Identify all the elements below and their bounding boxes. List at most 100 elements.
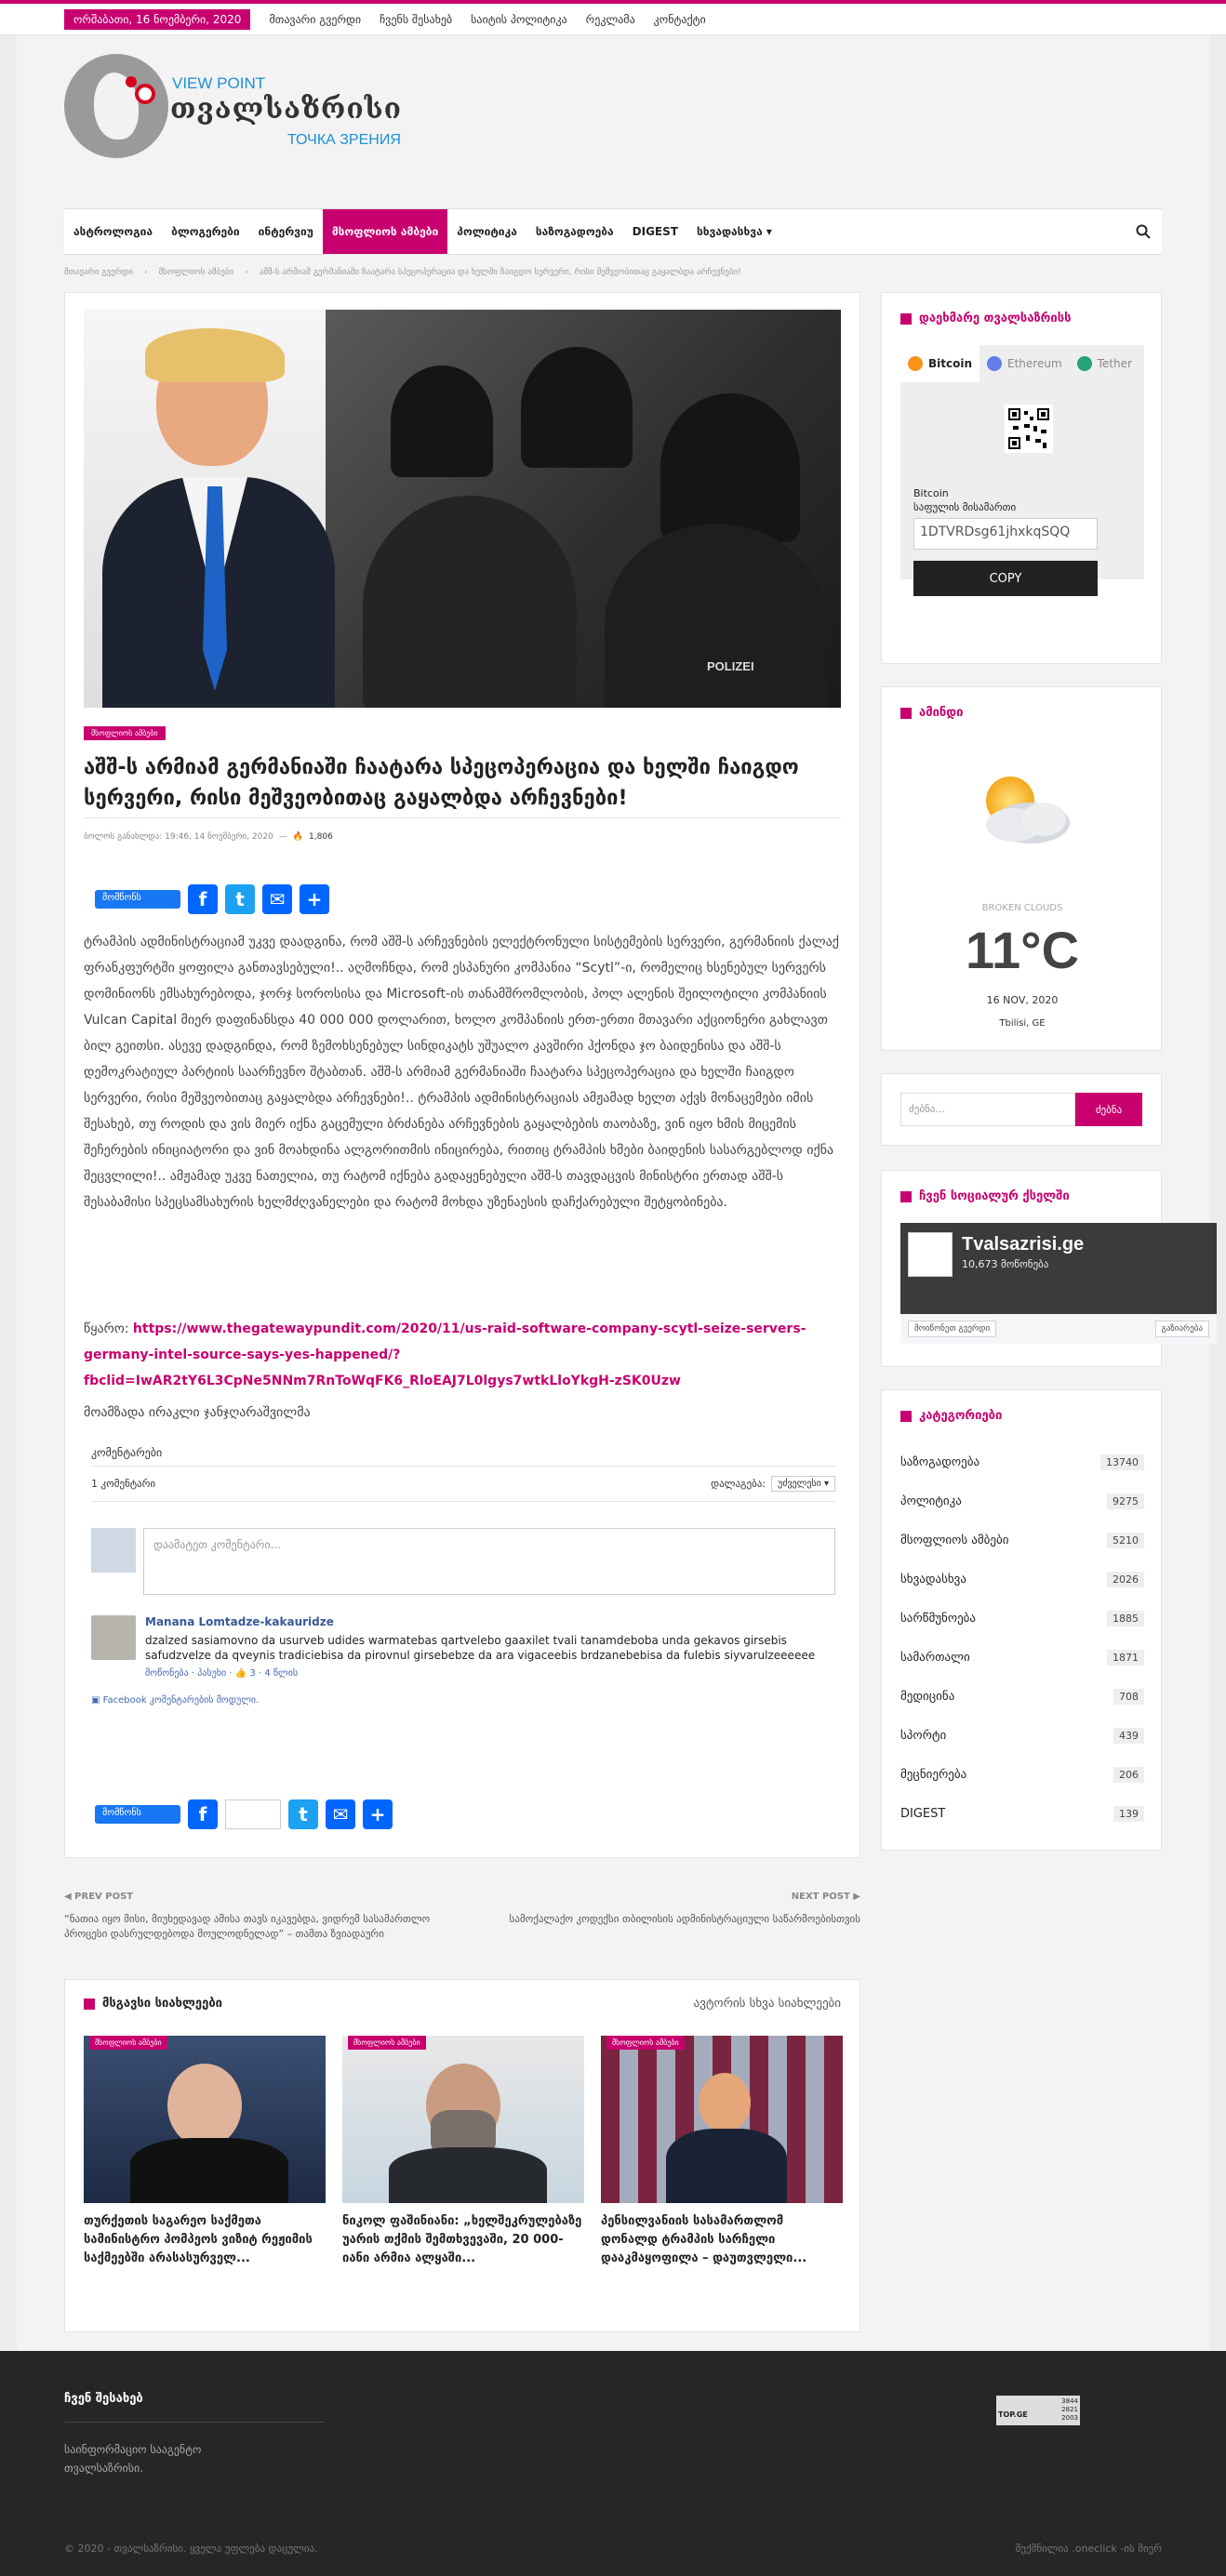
category-item[interactable]: სპორტი 439 <box>900 1716 1144 1755</box>
social-widget: ჩვენ სოციალურ ქსელში Tvalsazrisi.ge 10,6… <box>881 1170 1217 1367</box>
sidebar-search-button[interactable]: ძებნა <box>1075 1093 1142 1126</box>
fb-like-button-bottom[interactable]: მომწონს <box>95 1805 180 1824</box>
prev-post-link[interactable]: ◀ PREV POST <box>64 1892 133 1902</box>
category-badge[interactable]: მსოფლიოს ამბები <box>84 726 166 740</box>
next-post-title[interactable]: სამოქალაქო კოდექსი თბილისის ადმინისტრაცი… <box>488 1912 860 1927</box>
logo-text-geo: თვალსაზრისი <box>170 93 403 126</box>
related-card-title[interactable]: ნიკოლ ფაშინიანი: „ხელშეკრულებაზე უარის თ… <box>342 2212 584 2268</box>
top-link-contact[interactable]: კონტაქტი <box>654 13 706 26</box>
search-widget: ძებნა... ძებნა <box>881 1073 1162 1146</box>
related-card-badge[interactable]: მსოფლიოს ამბები <box>606 2036 685 2050</box>
nav-society[interactable]: საზოგადოება <box>526 209 623 254</box>
facebook-share-icon-bottom[interactable]: f <box>188 1799 218 1829</box>
twitter-share-icon-bottom[interactable]: t <box>288 1799 318 1829</box>
sidebar-search-input[interactable]: ძებნა... <box>900 1093 1075 1126</box>
category-item[interactable]: პოლიტიკა 9275 <box>900 1481 1144 1520</box>
facebook-share-icon[interactable]: f <box>188 884 218 914</box>
nav-politics[interactable]: პოლიტიკა <box>447 209 526 254</box>
copy-button[interactable]: COPY <box>913 561 1098 596</box>
top-link-about[interactable]: ჩვენს შესახებ <box>380 13 452 26</box>
fb-like-page-button[interactable]: მოიწონეთ გვერდი <box>908 1321 997 1337</box>
fb-share-count <box>225 1799 281 1829</box>
tab-ethereum[interactable]: Ethereum <box>979 345 1070 382</box>
related-card[interactable]: მსოფლიოს ამბები ნიკოლ ფაშინიანი: „ხელშეკ… <box>342 2036 584 2268</box>
weather-location: Tbilisi, GE <box>999 1018 1046 1029</box>
copyright: © 2020 - თვალსაზრისი. ყველა უფლება დაცულ… <box>64 2543 318 2555</box>
commenter-name[interactable]: Manana Lomtadze-kakauridze <box>145 1615 334 1628</box>
weather-date: 16 NOV, 2020 <box>986 994 1059 1006</box>
comment-text: dzalzed sasiamovno da usurveb udides war… <box>145 1634 816 1662</box>
categories-title: კატეგორიები <box>900 1409 1161 1423</box>
related-title[interactable]: მსგავსი სიახლეები <box>84 1997 222 2011</box>
nav-interview[interactable]: ინტერვიუ <box>249 209 323 254</box>
crypto-address-field[interactable]: 1DTVRDsg61jhxkqSQQ <box>913 518 1098 550</box>
fb-page-likes: 10,673 მოწონება <box>962 1258 1049 1270</box>
author-posts-tab[interactable]: ავტორის სხვა სიახლეები <box>694 1997 841 2011</box>
related-card[interactable]: მსოფლიოს ამბები თურქეთის საგარეო საქმეთა… <box>84 2036 326 2268</box>
made-by-link[interactable]: შექმნილია .oneclick -ის მიერ <box>1016 2543 1162 2555</box>
related-card-title[interactable]: პენსილვანიის სასამართლომ დონალდ ტრამპის … <box>601 2212 843 2268</box>
prev-post-title[interactable]: “ნათია იყო მისი, მიუხედავად ამისა თავს ი… <box>64 1912 436 1942</box>
top-link-policy[interactable]: საიტის პოლიტიკა <box>471 13 567 26</box>
date-badge: ორშაბათი, 16 ნოემბერი, 2020 <box>64 9 251 30</box>
email-share-icon[interactable]: ✉ <box>262 884 292 914</box>
fb-comments-plugin-link[interactable]: ▣ Facebook კომენტარების მოდული. <box>91 1695 835 1706</box>
fb-like-button[interactable]: მომწონს <box>95 890 180 909</box>
topge-counter[interactable]: TOP.GE 3844 2821 2003 <box>996 2396 1080 2425</box>
article-body: ტრამპის ადმინისტრაციამ უკვე დაადგინა, რო… <box>84 935 839 1210</box>
comment-like-count: 3 <box>249 1668 256 1679</box>
social-title: ჩვენ სოციალურ ქსელში <box>900 1189 1161 1203</box>
top-link-home[interactable]: მთავარი გვერდი <box>269 13 361 26</box>
comment-actions[interactable]: მოწონება · პასუხი · 👍 3 · 4 წლის <box>145 1668 833 1679</box>
breadcrumb-category[interactable]: მსოფლიოს ამბები <box>159 268 234 277</box>
category-item[interactable]: DIGEST 139 <box>900 1794 1144 1833</box>
breadcrumb-home[interactable]: მთავარი გვერდი <box>64 268 133 277</box>
comment-count: 1 კომენტარი <box>91 1478 156 1490</box>
fb-page-name[interactable]: Tvalsazrisi.ge <box>962 1234 1084 1255</box>
comment-input[interactable]: დაამატეთ კომენტარი... <box>143 1528 835 1595</box>
related-card-badge[interactable]: მსოფლიოს ამბები <box>348 2036 426 2050</box>
site-logo[interactable]: VIEW POINT თვალსაზრისი ТОЧКА ЗРЕНИЯ <box>64 35 1162 175</box>
fb-share-page-button[interactable]: გაზიარება <box>1154 1321 1209 1337</box>
category-item[interactable]: მსოფლიოს ამბები 5210 <box>900 1520 1144 1560</box>
main-navigation: ასტროლოგია ბლოგერები ინტერვიუ მსოფლიოს ა… <box>64 208 1162 255</box>
commenter-avatar[interactable] <box>91 1615 136 1660</box>
source-label: წყარო: <box>84 1321 129 1336</box>
related-card[interactable]: მსოფლიოს ამბები პენსილვანიის სასამართლომ… <box>601 2036 843 2268</box>
email-share-icon-bottom[interactable]: ✉ <box>326 1799 355 1829</box>
tether-icon <box>1076 356 1092 371</box>
category-item[interactable]: მეცნიერება 206 <box>900 1755 1144 1794</box>
nav-astrology[interactable]: ასტროლოგია <box>64 209 162 254</box>
weather-title: ამინდი <box>900 706 1161 720</box>
logo-text-ru: ТОЧКА ЗРЕНИЯ <box>287 132 401 148</box>
related-card-title[interactable]: თურქეთის საგარეო საქმეთა სამინისტრო პომპ… <box>84 2212 326 2268</box>
more-share-icon-bottom[interactable]: + <box>363 1799 393 1829</box>
category-item[interactable]: მედიცინა 708 <box>900 1677 1144 1716</box>
nav-misc[interactable]: სხვადასხვა ▾ <box>687 209 781 254</box>
article-meta: ბოლოს განახლდა: 19:46, 14 ნოემბერი, 2020… <box>84 832 333 842</box>
tab-bitcoin[interactable]: Bitcoin <box>900 345 980 382</box>
next-post-link[interactable]: NEXT POST ▶ <box>792 1892 860 1902</box>
nav-bloggers[interactable]: ბლოგერები <box>162 209 249 254</box>
category-item[interactable]: სამართალი 1871 <box>900 1638 1144 1677</box>
like-count-icon: 👍 <box>234 1668 247 1679</box>
category-item[interactable]: სხვადასხვა 2026 <box>900 1560 1144 1599</box>
category-item[interactable]: საზოგადოება 13740 <box>900 1442 1144 1481</box>
nav-world-news[interactable]: მსოფლიოს ამბები <box>322 209 448 254</box>
twitter-share-icon[interactable]: t <box>225 884 255 914</box>
facebook-page-embed[interactable]: Tvalsazrisi.ge 10,673 მოწონება მოიწონეთ … <box>900 1223 1217 1344</box>
logo-text-en: VIEW POINT <box>172 74 266 92</box>
tab-tether[interactable]: Tether <box>1070 345 1139 382</box>
site-footer: ჩვენ შესახებ საინფორმაციო სააგენტო თვალს… <box>0 2351 1226 2576</box>
search-icon[interactable] <box>1125 209 1162 254</box>
top-link-ads[interactable]: რეკლამა <box>586 13 635 26</box>
sort-select[interactable]: უძველესი ▾ <box>771 1476 835 1492</box>
comment-age: 4 წლის <box>264 1668 299 1679</box>
ethereum-icon <box>987 356 1003 371</box>
related-card-badge[interactable]: მსოფლიოს ამბები <box>89 2036 167 2050</box>
nav-digest[interactable]: DIGEST <box>623 209 687 254</box>
comment-action-links[interactable]: მოწონება · პასუხი · <box>145 1668 235 1679</box>
category-item[interactable]: სარწმუნოება 1885 <box>900 1599 1144 1638</box>
more-share-icon[interactable]: + <box>300 884 329 914</box>
source-link[interactable]: https://www.thegatewaypundit.com/2020/11… <box>84 1321 806 1388</box>
